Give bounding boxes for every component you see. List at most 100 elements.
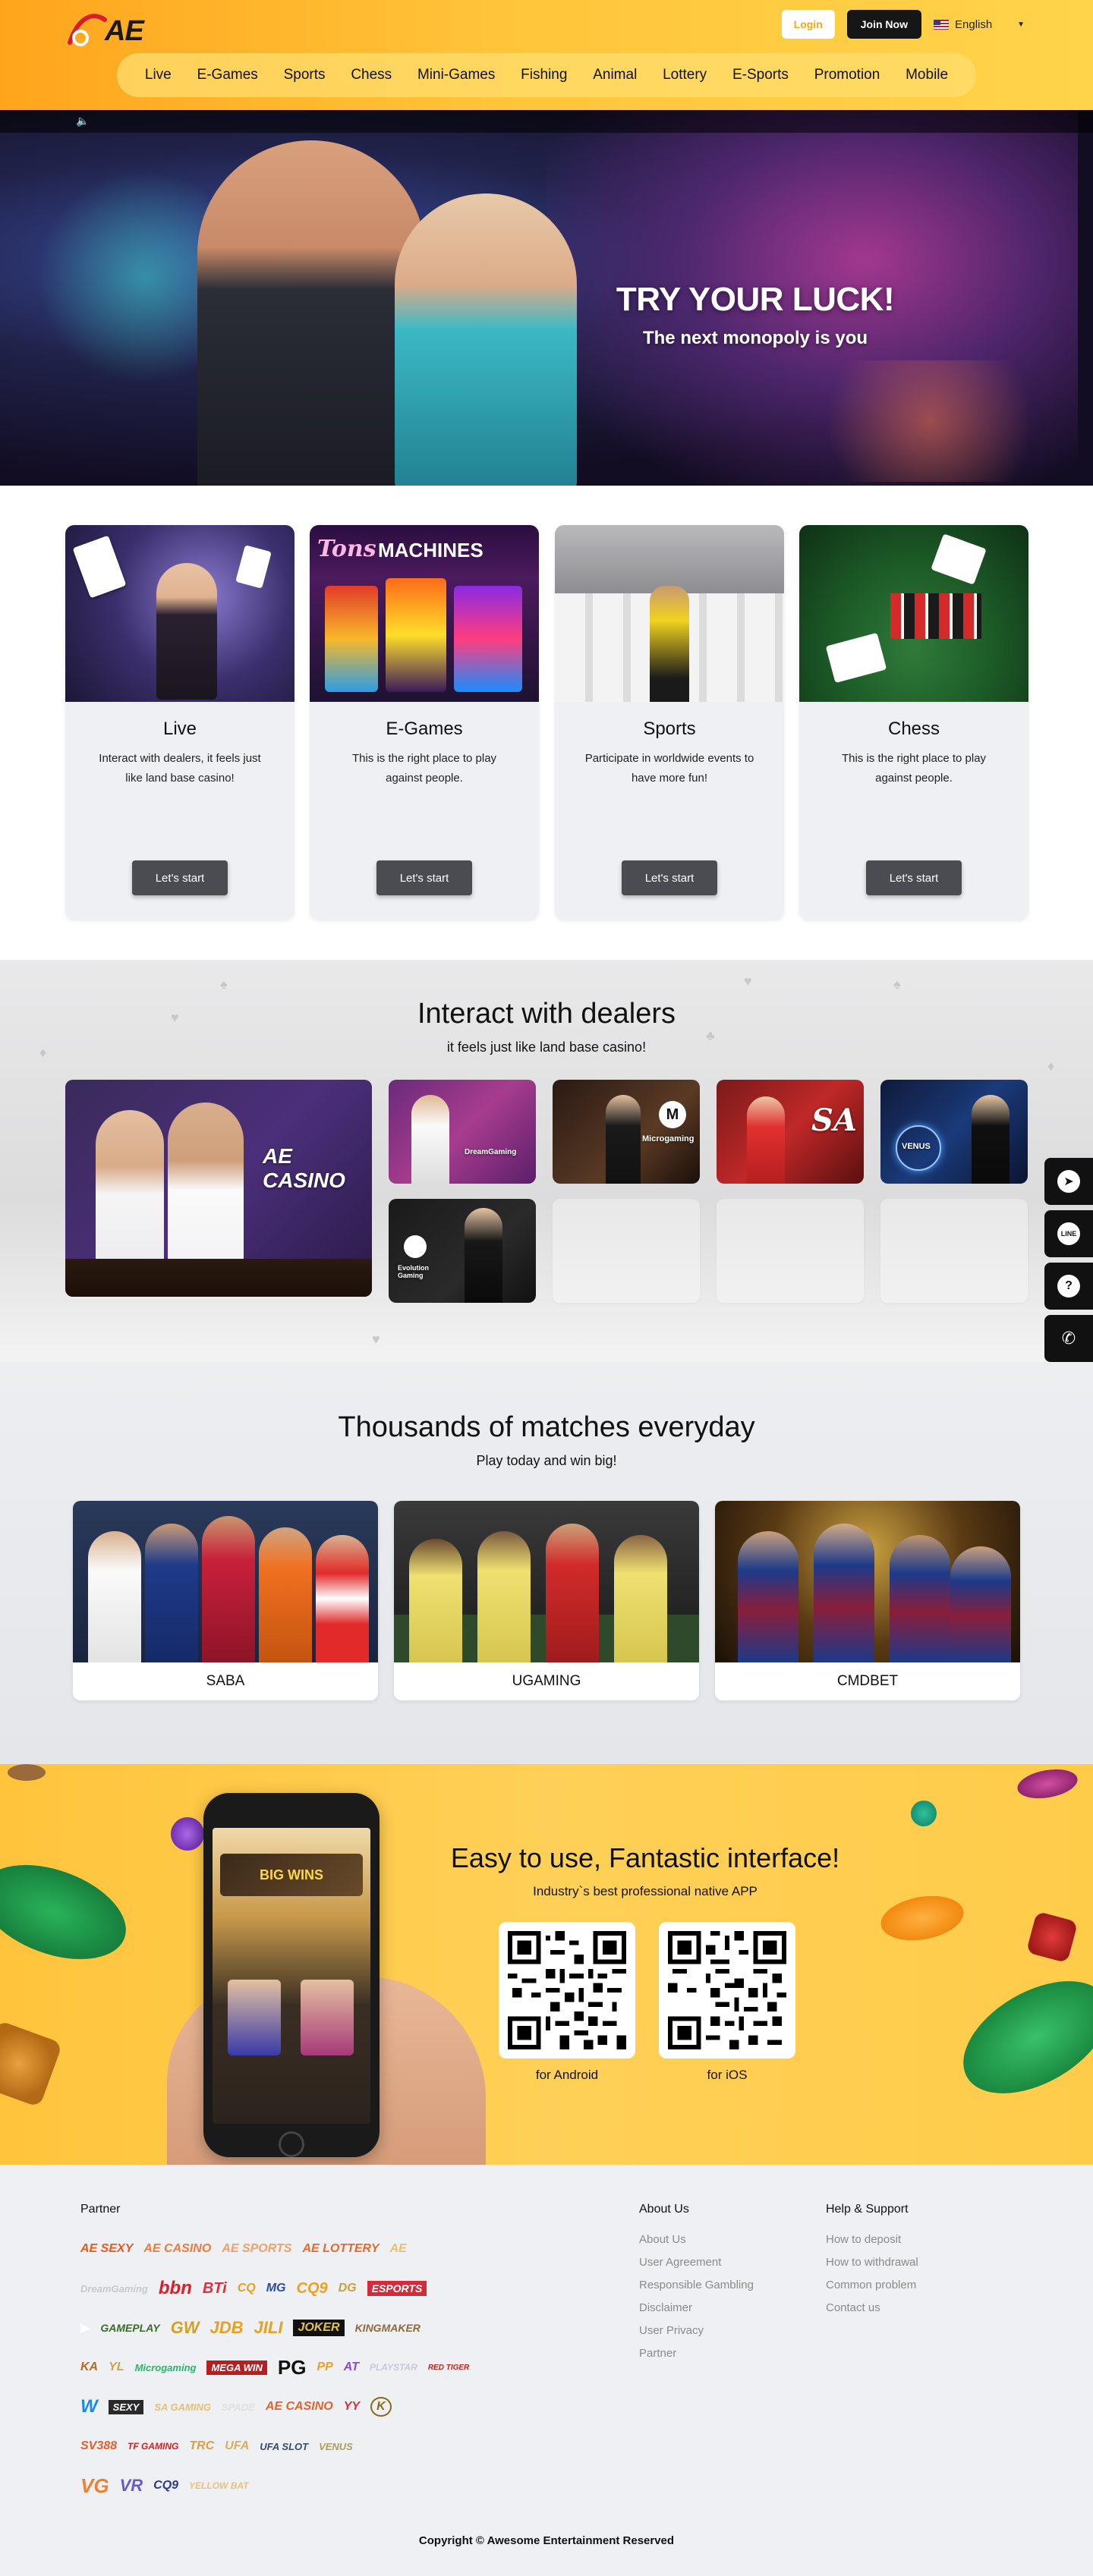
- partner-logo[interactable]: SEXY: [108, 2399, 144, 2414]
- venus-tile[interactable]: VENUS: [880, 1080, 1028, 1184]
- partner-logo[interactable]: CQ9: [297, 2280, 328, 2298]
- sports-card-ugaming[interactable]: UGAMING: [394, 1501, 699, 1700]
- lets-start-button[interactable]: Let's start: [622, 860, 717, 895]
- ae-casino-tile[interactable]: AE CASINO: [65, 1080, 372, 1297]
- phone-mockup: BIG WINS: [203, 1793, 380, 2157]
- footer-link-common-problem[interactable]: Common problem: [826, 2279, 918, 2291]
- partner-logo[interactable]: AE CASINO: [143, 2242, 211, 2256]
- partner-logo[interactable]: CQ: [238, 2282, 256, 2295]
- partner-logo[interactable]: ESPORTS: [367, 2281, 427, 2296]
- nav-animal[interactable]: Animal: [593, 67, 637, 83]
- partner-logo[interactable]: DG: [339, 2282, 357, 2295]
- lets-start-button[interactable]: Let's start: [376, 860, 472, 895]
- nav-mobile[interactable]: Mobile: [906, 67, 948, 83]
- partner-logo[interactable]: KINGMAKER: [355, 2322, 421, 2334]
- footer-link-partner[interactable]: Partner: [639, 2347, 754, 2360]
- partner-logo[interactable]: TF GAMING: [128, 2441, 178, 2452]
- footer-link-contact-us[interactable]: Contact us: [826, 2301, 918, 2314]
- partner-logo[interactable]: PP: [317, 2361, 332, 2374]
- partner-logo[interactable]: JOKER: [293, 2320, 345, 2336]
- partner-logo[interactable]: TRC: [189, 2439, 214, 2453]
- hero-banner[interactable]: 🔈 TRY YOUR LUCK! The next monopoly is yo…: [0, 110, 1093, 486]
- language-select[interactable]: English ▼: [934, 18, 1025, 31]
- partner-logo[interactable]: BTi: [203, 2280, 227, 2298]
- footer-link-about-us[interactable]: About Us: [639, 2233, 754, 2246]
- partner-logo[interactable]: Microgaming: [135, 2362, 197, 2373]
- partner-logo[interactable]: UFA: [225, 2439, 249, 2453]
- partner-logo[interactable]: ▶: [80, 2320, 90, 2335]
- nav-promotion[interactable]: Promotion: [814, 67, 880, 83]
- footer-link-user-agreement[interactable]: User Agreement: [639, 2256, 754, 2269]
- nav-e-games[interactable]: E-Games: [197, 67, 258, 83]
- partner-logo[interactable]: PLAYSTAR: [370, 2362, 417, 2373]
- partner-logo[interactable]: VENUS: [319, 2441, 353, 2452]
- sports-card-cmdbet[interactable]: CMDBET: [715, 1501, 1020, 1700]
- category-card-e-games[interactable]: Tons MACHINES E-Games This is the right …: [310, 525, 539, 920]
- dreamgaming-tile[interactable]: DreamGaming: [389, 1080, 536, 1184]
- nav-chess[interactable]: Chess: [351, 67, 392, 83]
- partner-logo[interactable]: DreamGaming: [80, 2283, 148, 2294]
- partner-logo[interactable]: K: [370, 2397, 392, 2417]
- partner-logo[interactable]: AE: [389, 2242, 406, 2256]
- partner-logo[interactable]: KA: [80, 2361, 98, 2374]
- partner-logo[interactable]: VG: [80, 2474, 109, 2498]
- speaker-icon[interactable]: 🔈: [76, 115, 89, 127]
- android-qr-code[interactable]: [499, 1922, 635, 2059]
- footer-link-responsible-gambling[interactable]: Responsible Gambling: [639, 2279, 754, 2291]
- lets-start-button[interactable]: Let's start: [866, 860, 962, 895]
- nav-mini-games[interactable]: Mini-Games: [417, 67, 495, 83]
- partner-logo[interactable]: YY: [344, 2400, 360, 2414]
- partner-logo[interactable]: MG: [266, 2282, 286, 2295]
- ios-qr-code[interactable]: [659, 1922, 795, 2059]
- partner-logo[interactable]: SV388: [80, 2439, 117, 2453]
- footer-link-how-to-deposit[interactable]: How to deposit: [826, 2233, 918, 2246]
- category-card-chess[interactable]: Chess This is the right place to play ag…: [799, 525, 1028, 920]
- nav-fishing[interactable]: Fishing: [521, 67, 567, 83]
- partner-logo[interactable]: VR: [120, 2476, 143, 2496]
- poker-table-image: [799, 525, 1028, 702]
- partner-logo[interactable]: bbn: [159, 2278, 192, 2299]
- site-logo[interactable]: AE: [65, 9, 144, 53]
- nav-lottery[interactable]: Lottery: [663, 67, 707, 83]
- partner-logo[interactable]: AE CASINO: [266, 2400, 333, 2414]
- partner-logo[interactable]: JDB: [210, 2318, 244, 2338]
- phone-button[interactable]: ✆: [1044, 1315, 1093, 1362]
- footer-link-user-privacy[interactable]: User Privacy: [639, 2324, 754, 2337]
- footer-link-how-to-withdrawal[interactable]: How to withdrawal: [826, 2256, 918, 2269]
- partner-logo[interactable]: JILI: [254, 2318, 283, 2338]
- partner-logo[interactable]: AT: [344, 2361, 359, 2374]
- category-card-live[interactable]: Live Interact with dealers, it feels jus…: [65, 525, 295, 920]
- partner-logo[interactable]: SPADE: [222, 2401, 255, 2413]
- evolution-gaming-tile[interactable]: Evolution Gaming: [389, 1199, 536, 1303]
- join-now-button[interactable]: Join Now: [846, 10, 921, 39]
- line-button[interactable]: LINE: [1044, 1210, 1093, 1257]
- partner-logo[interactable]: YL: [109, 2361, 124, 2374]
- footer-link-disclaimer[interactable]: Disclaimer: [639, 2301, 754, 2314]
- nav-sports[interactable]: Sports: [284, 67, 326, 83]
- category-card-sports[interactable]: Sports Participate in worldwide events t…: [555, 525, 784, 920]
- partner-logo[interactable]: W: [80, 2396, 98, 2417]
- sports-card-saba[interactable]: SABA: [73, 1501, 378, 1700]
- partner-logo[interactable]: CQ9: [153, 2479, 178, 2493]
- sports-subtitle: Play today and win big!: [476, 1453, 617, 1468]
- microgaming-tile[interactable]: M Microgaming: [553, 1080, 700, 1184]
- partner-logo[interactable]: AE SEXY: [80, 2242, 133, 2256]
- partner-logo[interactable]: GAMEPLAY: [100, 2322, 159, 2334]
- partner-logo[interactable]: AE SPORTS: [222, 2242, 291, 2256]
- sa-logo: SA: [811, 1102, 857, 1138]
- nav-e-sports[interactable]: E-Sports: [732, 67, 789, 83]
- help-button[interactable]: ?: [1044, 1263, 1093, 1310]
- partner-logo[interactable]: YELLOW BAT: [189, 2480, 248, 2491]
- partner-logo[interactable]: GW: [171, 2318, 200, 2338]
- partner-logo[interactable]: SA GAMING: [154, 2401, 211, 2413]
- partner-logo[interactable]: AE LOTTERY: [302, 2242, 379, 2256]
- nav-live[interactable]: Live: [145, 67, 172, 83]
- telegram-button[interactable]: ➤: [1044, 1158, 1093, 1205]
- sa-gaming-tile[interactable]: SA: [717, 1080, 864, 1184]
- partner-logo[interactable]: MEGA WIN: [206, 2360, 267, 2375]
- login-button[interactable]: Login: [781, 10, 835, 39]
- partner-logo[interactable]: UFA SLOT: [260, 2441, 308, 2452]
- lets-start-button[interactable]: Let's start: [132, 860, 228, 895]
- partner-logo[interactable]: RED TIGER: [428, 2364, 469, 2372]
- partner-logo[interactable]: PG: [278, 2356, 307, 2379]
